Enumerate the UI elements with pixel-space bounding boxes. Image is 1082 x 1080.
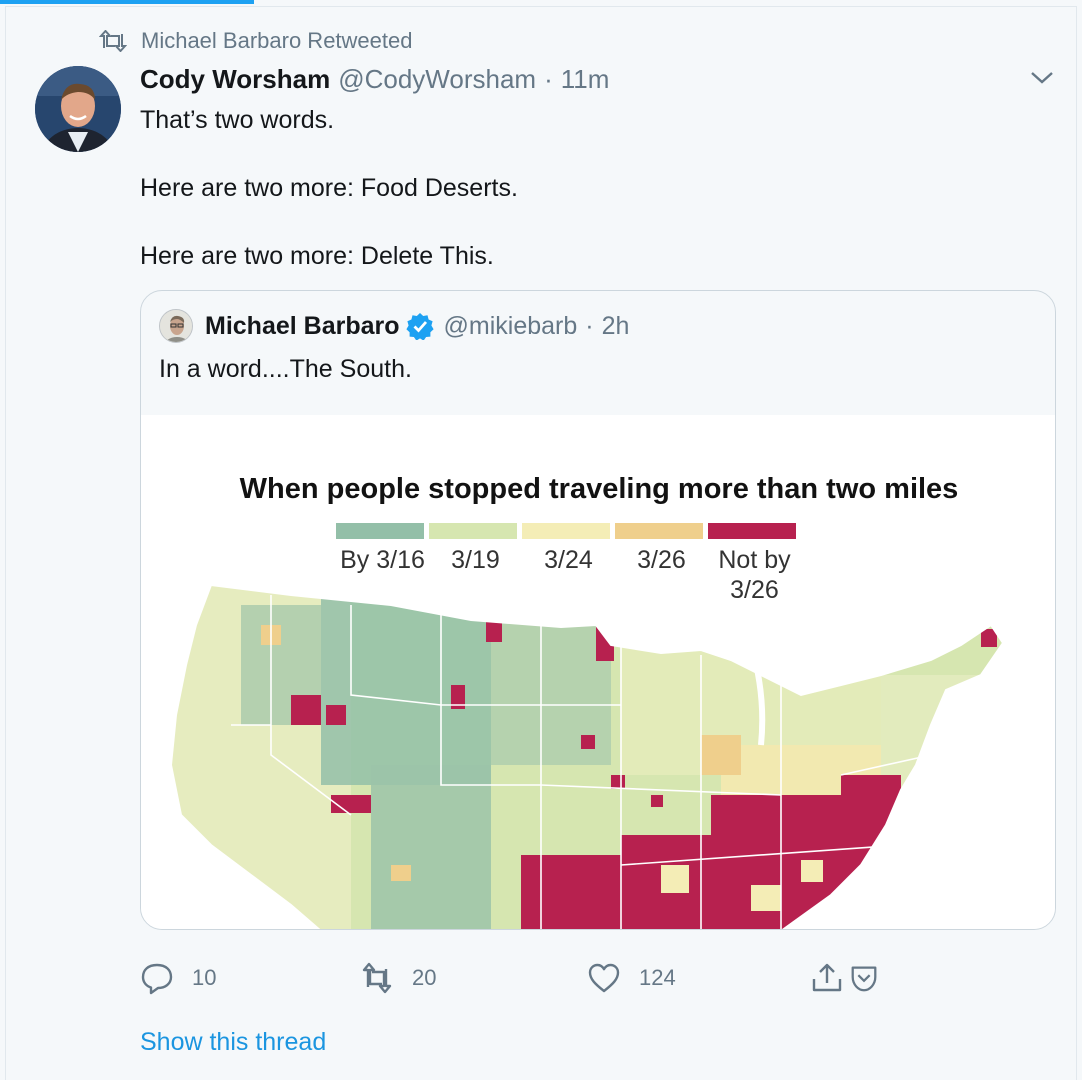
- show-thread-link[interactable]: Show this thread: [140, 1028, 326, 1057]
- avatar-photo: [35, 66, 121, 152]
- tweet-line: Here are two more: Food Deserts.: [140, 174, 518, 202]
- us-county-map: [169, 583, 1005, 929]
- save-icon[interactable]: [848, 962, 880, 994]
- quoted-author-handle: @mikiebarb: [443, 311, 578, 340]
- reply-action[interactable]: 10: [140, 961, 216, 995]
- legend-swatch: [429, 523, 517, 539]
- tweet-line: That’s two words.: [140, 106, 335, 134]
- avatar-photo: [160, 310, 192, 342]
- map-regions: [171, 585, 1003, 929]
- retweeted-by-label: Michael Barbaro Retweeted: [141, 28, 413, 53]
- share-action[interactable]: [810, 961, 898, 995]
- map-title: When people stopped traveling more than …: [239, 473, 959, 505]
- legend-swatch: [336, 523, 424, 539]
- quoted-author-name: Michael Barbaro: [205, 311, 400, 340]
- share-icon: [812, 963, 842, 992]
- retweet-icon: [362, 962, 392, 994]
- tweet-actions: 10 20 124: [140, 961, 900, 1001]
- legend-swatch: [708, 523, 796, 539]
- like-icon: [588, 963, 620, 993]
- tweet-line: Here are two more: Delete This.: [140, 242, 494, 270]
- header-separator: ·: [544, 64, 553, 94]
- tweet[interactable]: Michael Barbaro Retweeted Cody Worsham @…: [5, 6, 1077, 1080]
- tweet-timestamp[interactable]: 11m: [561, 64, 610, 95]
- reply-icon: [141, 963, 173, 995]
- quoted-tweet-image[interactable]: When people stopped traveling more than …: [141, 415, 1055, 929]
- author-avatar[interactable]: [35, 66, 121, 152]
- quoted-tweet-text: In a word....The South.: [159, 355, 412, 383]
- header-separator: ·: [585, 311, 594, 340]
- like-action[interactable]: 124: [587, 961, 676, 995]
- retweet-icon: [99, 30, 127, 52]
- quoted-tweet-timestamp: 2h: [601, 311, 630, 340]
- tweet-header: Cody Worsham @CodyWorsham · 11m: [140, 64, 609, 95]
- retweet-count: 20: [412, 965, 437, 990]
- quoted-tweet-header: Michael Barbaro @mikiebarb · 2h: [159, 309, 629, 343]
- lake-superior: [740, 616, 843, 638]
- tweet-text: That’s two words. Here are two more: Foo…: [140, 103, 518, 273]
- legend-swatch: [522, 523, 610, 539]
- like-count: 124: [639, 965, 676, 990]
- chevron-down-icon[interactable]: [1029, 68, 1055, 88]
- retweet-context[interactable]: Michael Barbaro Retweeted: [99, 28, 412, 54]
- active-tab-indicator: [0, 0, 254, 4]
- author-name[interactable]: Cody Worsham: [140, 64, 330, 95]
- verified-badge-icon: [405, 313, 434, 340]
- reply-count: 10: [192, 965, 217, 990]
- quoted-author-avatar: [159, 309, 193, 343]
- author-handle[interactable]: @CodyWorsham: [338, 64, 536, 95]
- quoted-tweet[interactable]: Michael Barbaro @mikiebarb · 2h In a wor…: [140, 290, 1056, 930]
- retweet-action[interactable]: 20: [360, 961, 436, 995]
- legend-swatch: [615, 523, 703, 539]
